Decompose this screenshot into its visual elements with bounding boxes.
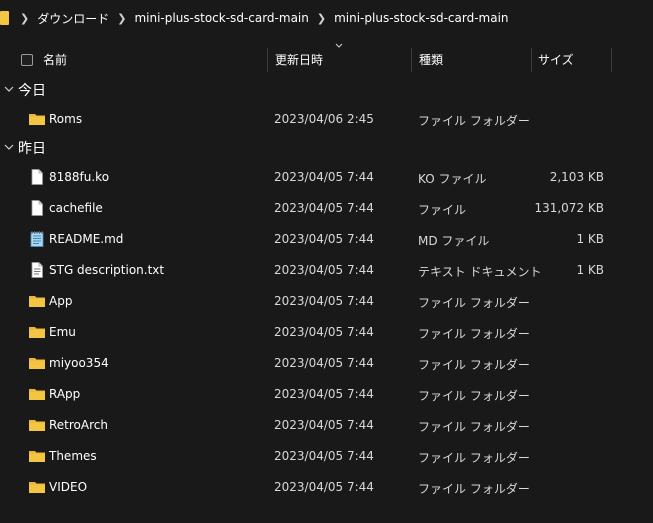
list-item[interactable]: README.md 2023/04/05 7:44 MD ファイル 1 KB — [0, 224, 653, 255]
list-item[interactable]: cachefile 2023/04/05 7:44 ファイル 131,072 K… — [0, 193, 653, 224]
list-item[interactable]: RApp 2023/04/05 7:44 ファイル フォルダー — [0, 379, 653, 410]
file-date: 2023/04/05 7:44 — [274, 170, 374, 184]
file-type: ファイル フォルダー — [418, 389, 530, 403]
chevron-right-icon: ❯ — [117, 11, 127, 25]
file-name: Roms — [49, 112, 83, 126]
group-label: 今日 — [18, 83, 46, 99]
file-name: App — [49, 294, 73, 308]
file-name: VIDEO — [49, 480, 88, 494]
list-item[interactable]: miyoo354 2023/04/05 7:44 ファイル フォルダー — [0, 348, 653, 379]
group-header-yesterday[interactable]: 昨日 — [0, 134, 653, 162]
list-item[interactable]: STG description.txt 2023/04/05 7:44 テキスト… — [0, 255, 653, 286]
file-size: 131,072 KB — [534, 201, 604, 215]
file-name: miyoo354 — [49, 356, 109, 370]
file-icon — [31, 169, 43, 185]
file-name: Themes — [49, 449, 97, 463]
file-size: 1 KB — [576, 232, 604, 246]
file-type: MD ファイル — [418, 234, 490, 248]
file-type: ファイル フォルダー — [418, 327, 530, 341]
folder-icon — [29, 358, 45, 369]
folder-icon — [29, 389, 45, 400]
chevron-down-icon[interactable] — [4, 143, 14, 151]
file-date: 2023/04/05 7:44 — [274, 325, 374, 339]
file-date: 2023/04/05 7:44 — [274, 418, 374, 432]
file-date: 2023/04/05 7:44 — [274, 356, 374, 370]
file-name: README.md — [49, 232, 124, 246]
file-type: ファイル フォルダー — [418, 451, 530, 465]
breadcrumb-item-parent[interactable]: mini-plus-stock-sd-card-main — [134, 11, 308, 25]
folder-icon — [29, 327, 45, 338]
file-size: 2,103 KB — [549, 170, 604, 184]
file-type: ファイル フォルダー — [418, 296, 530, 310]
folder-icon — [29, 114, 45, 125]
folder-icon — [29, 296, 45, 307]
column-header-size[interactable]: サイズ — [538, 44, 574, 76]
file-date: 2023/04/05 7:44 — [274, 263, 374, 277]
file-name: STG description.txt — [49, 263, 165, 277]
chevron-right-icon: ❯ — [316, 11, 327, 25]
column-header-type[interactable]: 種類 — [419, 44, 443, 76]
file-type: ファイル フォルダー — [418, 482, 530, 496]
file-type: ファイル フォルダー — [418, 358, 530, 372]
column-divider[interactable] — [531, 48, 532, 72]
group-label: 昨日 — [18, 141, 46, 157]
text-file-icon — [31, 262, 43, 278]
file-name: 8188fu.ko — [49, 170, 110, 184]
breadcrumb-item-downloads[interactable]: ダウンロード — [37, 10, 109, 27]
file-type: ファイル — [418, 203, 467, 217]
file-date: 2023/04/05 7:44 — [274, 449, 374, 463]
list-item[interactable]: App 2023/04/05 7:44 ファイル フォルダー — [0, 286, 653, 317]
file-type: ファイル フォルダー — [418, 114, 530, 128]
file-date: 2023/04/05 7:44 — [274, 480, 374, 494]
folder-icon — [29, 482, 45, 493]
list-item[interactable]: Emu 2023/04/05 7:44 ファイル フォルダー — [0, 317, 653, 348]
list-item[interactable]: Roms 2023/04/06 2:45 ファイル フォルダー — [0, 104, 653, 135]
chevron-right-icon: ❯ — [20, 11, 30, 25]
column-divider[interactable] — [611, 48, 612, 72]
file-icon — [31, 200, 43, 216]
file-date: 2023/04/06 2:45 — [274, 112, 374, 126]
file-type: KO ファイル — [418, 172, 487, 186]
list-item[interactable]: RetroArch 2023/04/05 7:44 ファイル フォルダー — [0, 410, 653, 441]
file-type: テキスト ドキュメント — [418, 265, 542, 279]
folder-icon — [29, 420, 45, 431]
breadcrumb-item-current[interactable]: mini-plus-stock-sd-card-main — [334, 11, 508, 25]
file-name: RetroArch — [49, 418, 108, 432]
list-item[interactable]: Themes 2023/04/05 7:44 ファイル フォルダー — [0, 441, 653, 472]
folder-icon — [29, 451, 45, 462]
file-name: cachefile — [49, 201, 103, 215]
file-name: Emu — [49, 325, 76, 339]
file-size: 1 KB — [576, 263, 604, 277]
group-header-today[interactable]: 今日 — [0, 76, 653, 104]
chevron-down-icon[interactable] — [4, 85, 14, 93]
column-header-date[interactable]: 更新日時 — [275, 44, 323, 76]
column-divider[interactable] — [267, 48, 268, 72]
list-item[interactable]: 8188fu.ko 2023/04/05 7:44 KO ファイル 2,103 … — [0, 162, 653, 193]
file-type: ファイル フォルダー — [418, 420, 530, 434]
file-date: 2023/04/05 7:44 — [274, 294, 374, 308]
folder-icon — [0, 11, 9, 25]
file-date: 2023/04/05 7:44 — [274, 387, 374, 401]
column-header: 名前 更新日時 種類 サイズ — [0, 44, 653, 76]
list-item[interactable]: VIDEO 2023/04/05 7:44 ファイル フォルダー — [0, 472, 653, 503]
column-header-name[interactable]: 名前 — [43, 44, 67, 76]
notepad-icon — [30, 231, 44, 247]
file-date: 2023/04/05 7:44 — [274, 232, 374, 246]
file-name: RApp — [49, 387, 81, 401]
file-date: 2023/04/05 7:44 — [274, 201, 374, 215]
column-divider[interactable] — [411, 48, 412, 72]
breadcrumb: ❯ ダウンロード ❯ mini-plus-stock-sd-card-main … — [0, 0, 653, 36]
